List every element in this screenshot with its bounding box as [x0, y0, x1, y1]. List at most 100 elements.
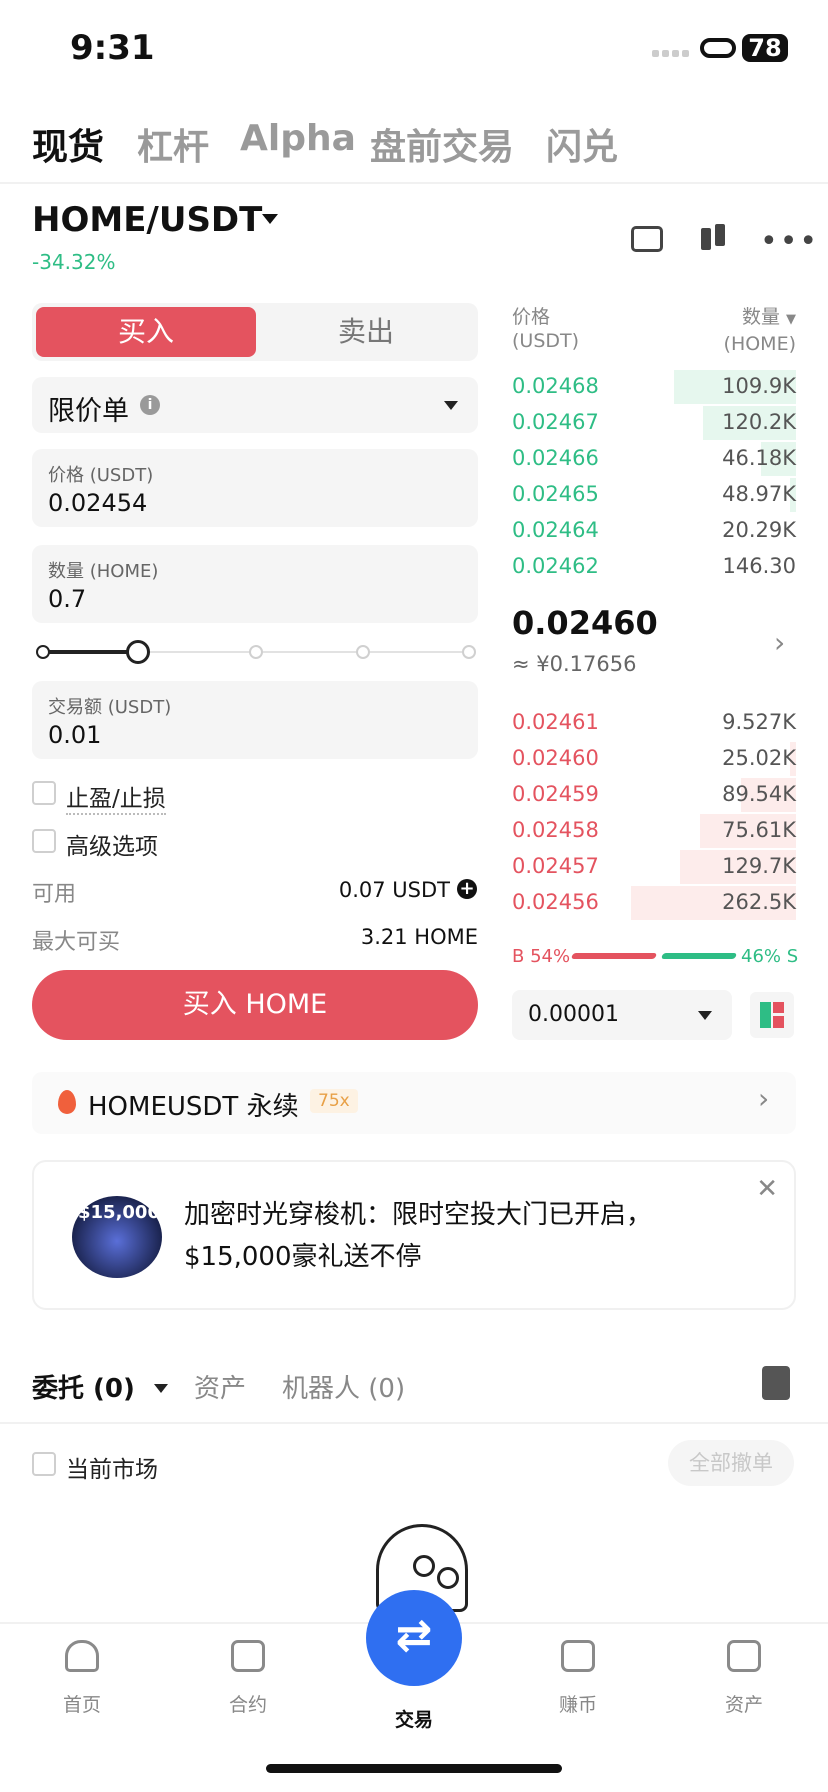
close-icon[interactable]: ✕: [756, 1174, 778, 1204]
bid-price[interactable]: 0.02458: [512, 818, 599, 842]
pair-name[interactable]: HOME/USDT: [32, 200, 262, 240]
tab-bots[interactable]: 机器人 (0): [282, 1368, 405, 1405]
signal-icon: [652, 50, 690, 58]
nav-assets[interactable]: 资产: [684, 1640, 804, 1717]
promo-card[interactable]: $15,000 加密时光穿梭机：限时空投大门已开启， $15,000豪礼送不停 …: [32, 1160, 796, 1310]
earn-icon: [561, 1640, 595, 1672]
tab-margin[interactable]: 杠杆: [137, 118, 209, 170]
cancel-all-button[interactable]: 全部撤单: [668, 1440, 794, 1486]
link-icon: [700, 38, 736, 58]
nav-earn[interactable]: 赚币: [518, 1640, 638, 1717]
nav-futures[interactable]: 合约: [188, 1640, 308, 1717]
price-input[interactable]: 价格 (USDT) 0.02454: [32, 449, 478, 527]
bid-price[interactable]: 0.02457: [512, 854, 599, 878]
quantity-input[interactable]: 数量 (HOME) 0.7: [32, 545, 478, 623]
bid-qty[interactable]: 75.61K: [676, 818, 796, 842]
amount-input[interactable]: 交易额 (USDT) 0.01: [32, 681, 478, 759]
info-icon[interactable]: i: [140, 395, 160, 415]
slider-stop-0[interactable]: [36, 645, 50, 659]
nav-home[interactable]: 首页: [22, 1640, 142, 1717]
futures-icon: [231, 1640, 265, 1672]
battery-icon: 78: [742, 34, 788, 62]
buy-ratio-bar: [570, 953, 658, 959]
bid-price[interactable]: 0.02460: [512, 746, 599, 770]
amount-value[interactable]: 0.01: [48, 721, 101, 749]
slider-stop-50[interactable]: [249, 645, 263, 659]
tab-convert[interactable]: 闪兑: [546, 118, 618, 170]
chevron-right-icon: ›: [758, 1082, 770, 1115]
chart-icon[interactable]: [631, 226, 663, 252]
perp-banner[interactable]: HOMEUSDT 永续 75x ›: [32, 1072, 796, 1134]
bid-qty[interactable]: 25.02K: [676, 746, 796, 770]
divider: [0, 1422, 828, 1424]
bid-qty[interactable]: 129.7K: [676, 854, 796, 878]
ob-qty-header[interactable]: 数量 ▼ (HOME): [700, 305, 796, 356]
advanced-checkbox[interactable]: [32, 829, 56, 853]
available-value: 0.07 USDT: [338, 878, 450, 902]
ask-qty[interactable]: 120.2K: [676, 410, 796, 434]
price-label: 价格 (USDT): [48, 465, 154, 486]
amount-label: 交易额 (USDT): [48, 697, 172, 718]
ask-qty[interactable]: 46.18K: [676, 446, 796, 470]
ask-price[interactable]: 0.02468: [512, 374, 599, 398]
current-market-label[interactable]: 当前市场: [66, 1450, 158, 1484]
bid-qty[interactable]: 9.527K: [676, 710, 796, 734]
chevron-down-icon: [444, 401, 458, 410]
tab-alpha[interactable]: Alpha: [240, 118, 356, 159]
sell-tab[interactable]: 卖出: [256, 307, 476, 357]
precision-value: 0.00001: [528, 1002, 619, 1027]
buy-button[interactable]: 买入 HOME: [32, 970, 478, 1040]
wallet-icon: [727, 1640, 761, 1672]
precision-select[interactable]: 0.00001: [512, 990, 732, 1040]
more-icon[interactable]: •••: [760, 227, 819, 257]
tab-orders[interactable]: 委托 (0): [32, 1368, 168, 1405]
promo-image: $15,000: [72, 1196, 162, 1278]
tab-spot[interactable]: 现货: [32, 118, 104, 170]
ask-price[interactable]: 0.02466: [512, 446, 599, 470]
layout-icon[interactable]: [750, 992, 794, 1038]
bid-qty[interactable]: 262.5K: [676, 890, 796, 914]
bid-price[interactable]: 0.02456: [512, 890, 599, 914]
bid-qty[interactable]: 89.54K: [676, 782, 796, 806]
chevron-down-icon: [153, 1384, 168, 1393]
last-price: 0.02460: [512, 604, 658, 642]
chevron-down-icon[interactable]: [262, 214, 278, 224]
trade-fab[interactable]: ⇄: [366, 1590, 462, 1686]
ob-price-header: 价格 (USDT): [512, 306, 580, 352]
tp-sl-checkbox[interactable]: [32, 781, 56, 805]
tab-assets[interactable]: 资产: [194, 1368, 246, 1405]
ask-price[interactable]: 0.02467: [512, 410, 599, 434]
buy-tab[interactable]: 买入: [36, 307, 256, 357]
ask-qty[interactable]: 146.30: [676, 554, 796, 578]
quantity-label: 数量 (HOME): [48, 561, 159, 582]
slider-handle[interactable]: [126, 640, 150, 664]
home-icon: [65, 1640, 99, 1672]
tp-sl-label[interactable]: 止盈/止损: [66, 779, 166, 815]
bid-price[interactable]: 0.02459: [512, 782, 599, 806]
status-time: 9:31: [70, 28, 155, 68]
order-history-icon[interactable]: [762, 1366, 790, 1400]
bid-price[interactable]: 0.02461: [512, 710, 599, 734]
order-type-select[interactable]: 限价单 i: [32, 377, 478, 433]
divider: [0, 182, 828, 184]
nav-trade[interactable]: 交易: [354, 1705, 474, 1732]
ask-qty[interactable]: 20.29K: [676, 518, 796, 542]
chevron-right-icon[interactable]: ›: [774, 626, 785, 659]
pair-change: -34.32%: [32, 250, 116, 274]
price-value[interactable]: 0.02454: [48, 489, 147, 517]
slider-stop-75[interactable]: [356, 645, 370, 659]
ask-price[interactable]: 0.02465: [512, 482, 599, 506]
order-type-label: 限价单: [48, 396, 129, 427]
ask-price[interactable]: 0.02462: [512, 554, 599, 578]
ask-qty[interactable]: 109.9K: [676, 374, 796, 398]
candlestick-icon[interactable]: [698, 222, 728, 256]
ask-price[interactable]: 0.02464: [512, 518, 599, 542]
add-funds-icon[interactable]: +: [457, 879, 477, 899]
ask-qty[interactable]: 48.97K: [676, 482, 796, 506]
quantity-value[interactable]: 0.7: [48, 585, 86, 613]
slider-stop-100[interactable]: [462, 645, 476, 659]
advanced-label[interactable]: 高级选项: [66, 827, 158, 861]
tab-premarket[interactable]: 盘前交易: [370, 118, 514, 170]
current-market-checkbox[interactable]: [32, 1452, 56, 1476]
max-buy-label: 最大可买: [32, 930, 121, 955]
